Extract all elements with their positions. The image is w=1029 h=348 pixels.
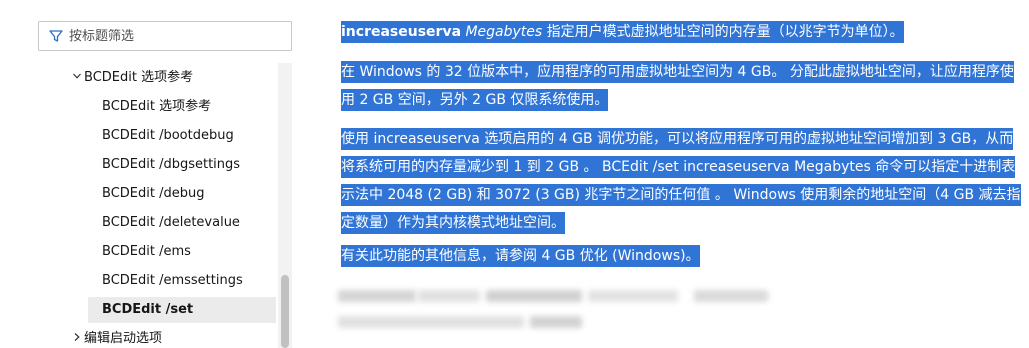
toc-item-label: BCDEdit /deletevalue (102, 215, 240, 230)
toc-item[interactable]: BCDEdit 选项参考 (88, 94, 276, 120)
paragraph-more-info: 有关此功能的其他信息，请参阅 4 GB 优化 (Windows)。 (341, 242, 1021, 270)
paragraph-text: 在 Windows 的 32 位版本中，应用程序的可用虚拟地址空间为 4 GB。… (341, 61, 1014, 111)
chevron-down-icon (70, 65, 84, 91)
toc-item-label: BCDEdit /ems (102, 244, 191, 259)
toc-parent-bcdedit-options[interactable]: BCDEdit 选项参考 (70, 65, 193, 91)
toc-item[interactable]: BCDEdit /emssettings (88, 268, 276, 294)
option-param: Megabytes (465, 24, 543, 40)
toc-item-label: BCDEdit /dbgsettings (102, 157, 241, 172)
toc-scrollbar[interactable] (278, 63, 292, 348)
toc-item-label: BCDEdit /emssettings (102, 273, 243, 288)
toc-scrollbar-thumb[interactable] (281, 275, 289, 348)
toc-sidebar: BCDEdit 选项参考 BCDEdit 选项参考 BCDEdit /bootd… (0, 0, 300, 348)
toc-item-label: BCDEdit 选项参考 (102, 99, 212, 114)
filter-input[interactable] (67, 28, 269, 44)
paragraph-text: 指定用户模式虚拟地址空间的内存量（以兆字节为单位）。 (542, 24, 904, 40)
chevron-right-icon (70, 326, 84, 348)
toc-item-active[interactable]: BCDEdit /set (88, 297, 276, 323)
toc-item[interactable]: BCDEdit /bootdebug (88, 123, 276, 149)
toc-item-label: BCDEdit /bootdebug (102, 128, 234, 143)
toc-item[interactable]: BCDEdit /deletevalue (88, 210, 276, 236)
paragraph-32bit: 在 Windows 的 32 位版本中，应用程序的可用虚拟地址空间为 4 GB。… (341, 58, 1021, 114)
toc-item-label: BCDEdit /debug (102, 186, 205, 201)
toc-item[interactable]: BCDEdit /dbgsettings (88, 152, 276, 178)
toc-tree: BCDEdit 选项参考 BCDEdit 选项参考 BCDEdit /bootd… (60, 63, 292, 348)
toc-parent-label: BCDEdit 选项参考 (84, 70, 194, 85)
paragraph-text: 有关此功能的其他信息，请参阅 4 GB 优化 (Windows)。 (341, 245, 700, 267)
paragraph-4gb-tuning: 使用 increaseuserva 选项启用的 4 GB 调优功能，可以将应用程… (341, 125, 1021, 237)
toc-section-edit-boot-options[interactable]: 编辑启动选项 (70, 326, 162, 348)
filter-box[interactable] (38, 21, 292, 51)
toc-item[interactable]: BCDEdit /debug (88, 181, 276, 207)
toc-section-label: 编辑启动选项 (84, 331, 163, 346)
paragraph-text: 使用 increaseuserva 选项启用的 4 GB 调优功能，可以将应用程… (341, 128, 1021, 234)
option-name: increaseuserva (341, 24, 462, 40)
filter-icon (45, 25, 67, 47)
toc-item-label: BCDEdit /set (102, 302, 194, 317)
paragraph-increaseuserva: increaseuserva Megabytes 指定用户模式虚拟地址空间的内存… (341, 18, 1021, 46)
toc-item[interactable]: BCDEdit /ems (88, 239, 276, 265)
